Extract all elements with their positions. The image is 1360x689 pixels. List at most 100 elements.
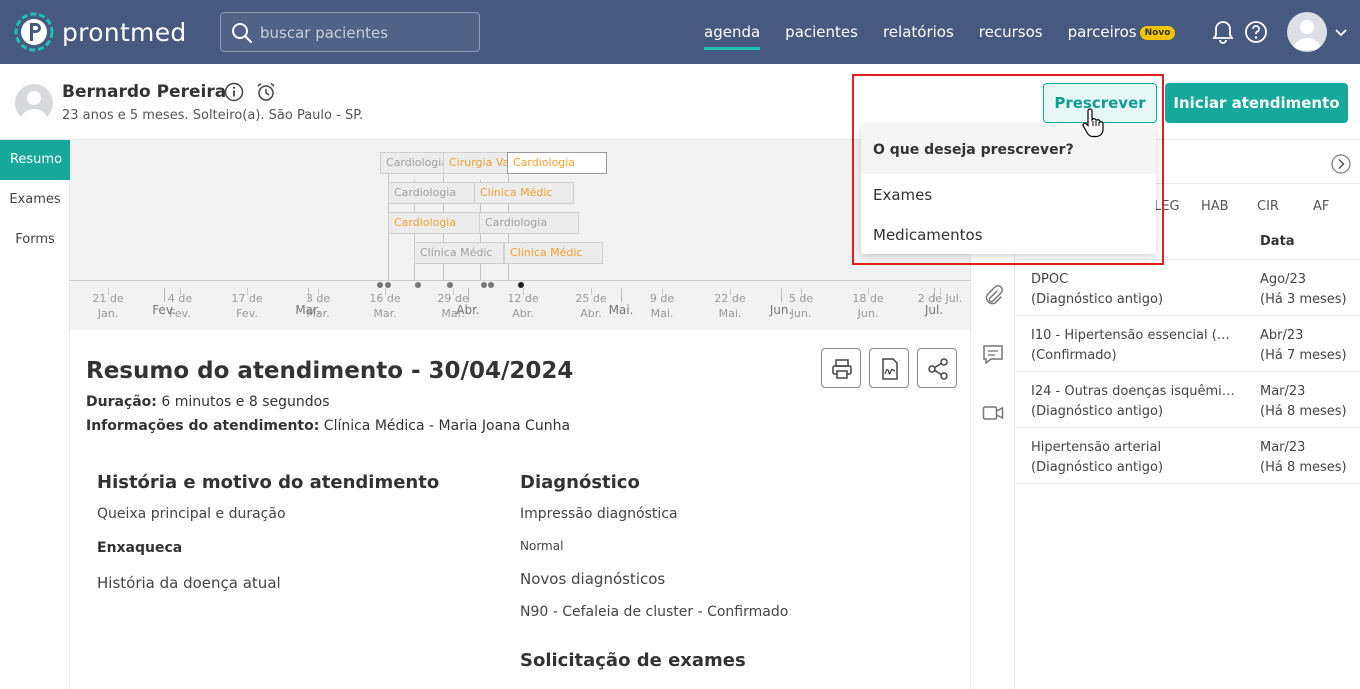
nav-recursos[interactable]: recursos (979, 0, 1043, 64)
nav-agenda[interactable]: agenda (704, 0, 761, 64)
timeline-date-label: 18 de Jun. (852, 292, 884, 320)
summary-title: Resumo do atendimento - 30/04/2024 (86, 358, 574, 384)
history-title: História e motivo do atendimento (97, 472, 440, 493)
help-icon[interactable] (1244, 20, 1268, 44)
menu-item-exames[interactable]: Exames (873, 186, 932, 204)
chevron-down-icon[interactable] (1334, 26, 1348, 38)
timeline[interactable]: Cardiologia Cirurgia Va Cardiologia Card… (70, 140, 970, 330)
leftnav-resumo[interactable]: Resumo (0, 140, 86, 180)
paperclip-icon[interactable] (982, 285, 1004, 307)
timeline-date-label: 21 de Jan. (92, 292, 124, 320)
tab-hab[interactable]: HAB (1201, 199, 1229, 214)
timeline-dot[interactable] (481, 282, 487, 288)
patient-avatar (15, 84, 53, 122)
print-button[interactable] (821, 348, 861, 388)
logo[interactable]: prontmed (14, 12, 187, 52)
prontmed-logo-icon (14, 12, 54, 52)
date-column-header: Data (1260, 234, 1295, 249)
new-diagnoses-value: N90 - Cefaleia de cluster - Confirmado (520, 604, 789, 620)
diagnosis-title: Diagnóstico (520, 472, 640, 493)
user-avatar[interactable] (1287, 12, 1327, 52)
nav-parceiros[interactable]: parceiros Novo (1068, 0, 1176, 64)
nav-pacientes[interactable]: pacientes (785, 0, 858, 64)
current-history-label: História da doença atual (97, 574, 281, 592)
timeline-dot[interactable] (377, 282, 383, 288)
timeline-month-label: Jun. (769, 303, 793, 317)
user-icon (1293, 20, 1321, 50)
dropdown-title: O que deseja prescrever? (873, 142, 1074, 158)
tab-leg[interactable]: LEG (1154, 199, 1180, 214)
comment-icon[interactable] (982, 344, 1004, 366)
table-row[interactable]: Hipertensão arterial (Diagnóstico antigo)… (1015, 428, 1360, 484)
search-input[interactable] (260, 21, 470, 45)
user-icon (20, 91, 48, 122)
timeline-month-tick (164, 288, 165, 302)
impression-label: Impressão diagnóstica (520, 506, 678, 522)
summary-info: Informações do atendimento: Clínica Médi… (86, 418, 571, 434)
exams-request-title: Solicitação de exames (520, 650, 746, 671)
complaint-value: Enxaqueca (97, 540, 183, 556)
top-bar: prontmed agenda pacientes relatórios rec… (0, 0, 1360, 64)
hand-cursor-icon (1082, 108, 1104, 138)
timeline-month-tick (621, 288, 622, 302)
timeline-date-label: 12 de Abr. (507, 292, 539, 320)
table-row[interactable]: DPOC (Diagnóstico antigo) Ago/23 (Há 3 mes… (1015, 260, 1360, 316)
timeline-entry[interactable]: Cardiologia (380, 152, 450, 174)
timeline-axis (70, 280, 970, 281)
alarm-icon[interactable] (256, 82, 276, 102)
info-icon[interactable] (224, 82, 244, 102)
timeline-dot[interactable] (488, 282, 494, 288)
search-box[interactable] (220, 12, 480, 52)
new-diagnoses-label: Novos diagnósticos (520, 570, 666, 588)
share-button[interactable] (917, 348, 957, 388)
summary-duration: Duração: 6 minutos e 8 segundos (86, 394, 330, 410)
table-row[interactable]: I24 - Outras doenças isquêmicas agudas(D… (1015, 372, 1360, 428)
impression-value: Normal (520, 539, 564, 553)
search-icon (232, 23, 252, 43)
timeline-month-tick (934, 288, 935, 302)
timeline-date-label: 17 de Fev. (231, 292, 263, 320)
tab-af[interactable]: AF (1313, 199, 1329, 214)
nav-relatorios[interactable]: relatórios (883, 0, 954, 64)
prescribe-dropdown: O que deseja prescrever? Exames Medicame… (861, 126, 1156, 254)
table-row[interactable]: I10 - Hipertensão essencial (primária)(C… (1015, 316, 1360, 372)
menu-item-medicamentos[interactable]: Medicamentos (873, 226, 983, 244)
chevron-right-icon[interactable] (1331, 154, 1351, 174)
timeline-entry[interactable]: Cardiologia (479, 212, 579, 234)
timeline-entry[interactable]: Cardiologia (388, 182, 478, 204)
document-signature-icon (882, 358, 898, 380)
leftnav-exames[interactable]: Exames (0, 180, 70, 220)
video-camera-icon[interactable] (982, 402, 1004, 424)
iniciar-atendimento-button[interactable]: Iniciar atendimento (1165, 83, 1348, 123)
patient-details: 23 anos e 5 meses. Solteiro(a). São Paul… (62, 108, 364, 123)
timeline-month-tick (468, 288, 469, 302)
timeline-month-label: Fev. (152, 303, 176, 317)
timeline-month-tick (781, 288, 782, 302)
timeline-entry[interactable]: Cirurgia Va (443, 152, 513, 174)
new-badge: Novo (1139, 26, 1176, 40)
printer-icon (832, 359, 852, 379)
timeline-month-label: Mar. (295, 303, 321, 317)
timeline-date-label: 22 de Mai. (714, 292, 746, 320)
complaint-label: Queixa principal e duração (97, 506, 286, 522)
left-nav: Resumo Exames Forms (0, 140, 86, 689)
timeline-entry[interactable]: Clínica Médic (414, 242, 504, 264)
leftnav-forms[interactable]: Forms (0, 220, 70, 260)
bell-icon[interactable] (1212, 20, 1234, 44)
patient-name: Bernardo Pereira (62, 82, 227, 102)
timeline-entry-selected[interactable]: Cardiologia (507, 152, 607, 174)
timeline-dot[interactable] (415, 282, 421, 288)
tab-cir[interactable]: CIR (1257, 199, 1279, 214)
share-icon (928, 358, 948, 380)
timeline-entry[interactable]: Clínica Médic (474, 182, 574, 204)
logo-text: prontmed (62, 17, 187, 47)
signed-document-button[interactable] (869, 348, 909, 388)
timeline-entry[interactable]: Clínica Médic (504, 242, 603, 264)
timeline-date-label: 16 de Mar. (369, 292, 401, 320)
timeline-entry[interactable]: Cardiologia (388, 212, 480, 234)
timeline-month-label: Abr. (456, 303, 480, 317)
main-nav: agenda pacientes relatórios recursos par… (704, 0, 1200, 64)
timeline-month-label: Jul. (924, 303, 944, 317)
timeline-month-tick (308, 288, 309, 302)
timeline-month-label: Mai. (608, 303, 634, 317)
